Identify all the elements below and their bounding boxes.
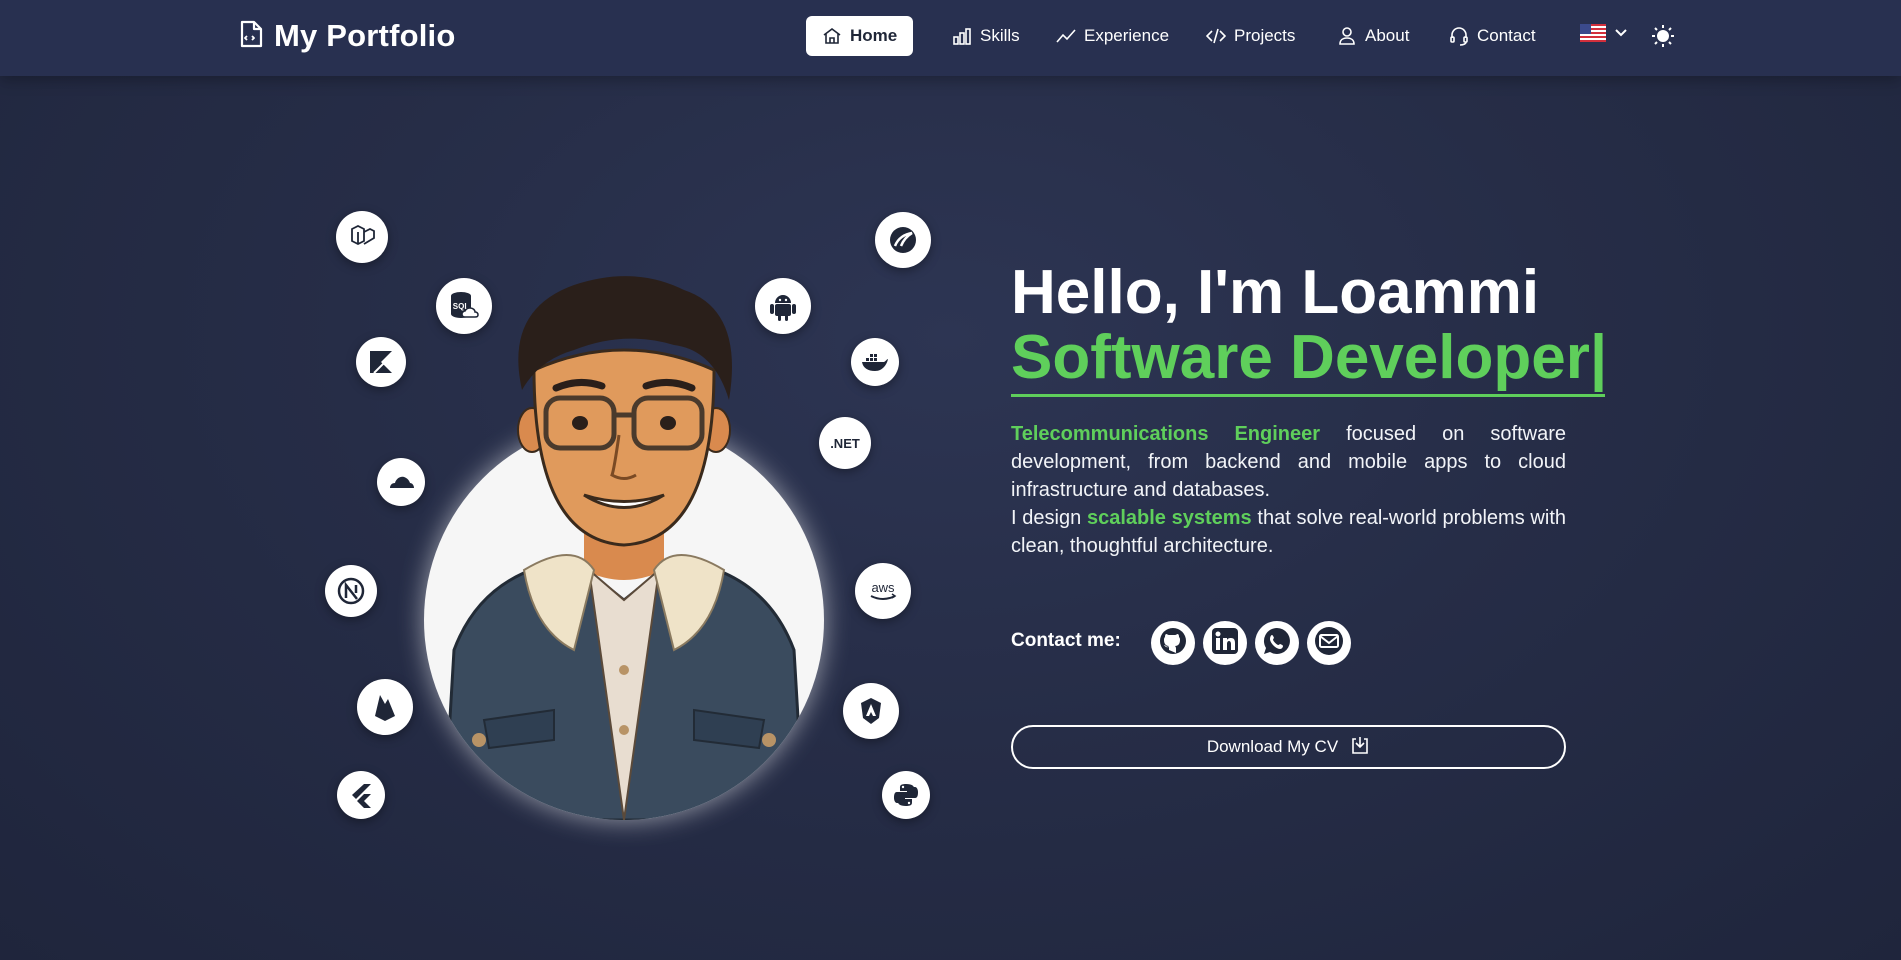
brand-title: My Portfolio xyxy=(274,18,456,53)
home-icon xyxy=(822,26,842,46)
brand[interactable]: My Portfolio xyxy=(236,18,456,54)
linkedin-icon xyxy=(1210,626,1240,661)
linkedin-link[interactable] xyxy=(1203,621,1247,665)
nav-skills-label: Skills xyxy=(980,26,1020,45)
highlight-profession: Telecommunications Engineer xyxy=(1011,423,1321,445)
chevron-down-icon xyxy=(1614,26,1628,45)
nav-experience-label: Experience xyxy=(1084,26,1170,45)
nextjs-icon xyxy=(325,565,377,617)
spring-icon xyxy=(875,212,931,268)
hero-role: Software Developer| xyxy=(1011,323,1608,392)
avatar xyxy=(424,270,824,820)
python-icon xyxy=(882,771,930,819)
sql-cloud-icon: SQL xyxy=(436,278,492,334)
portfolio-file-icon xyxy=(236,19,266,54)
firebase-icon xyxy=(357,679,413,735)
dotnet-icon: .NET xyxy=(819,417,871,469)
nav-home[interactable]: Home xyxy=(806,16,914,56)
email-link[interactable] xyxy=(1307,621,1351,665)
aws-label: aws xyxy=(871,580,895,595)
nav-projects[interactable]: Projects xyxy=(1190,16,1311,56)
sun-icon xyxy=(1650,25,1676,53)
trend-line-icon xyxy=(1056,26,1076,46)
role-underline xyxy=(1011,394,1605,397)
download-cv-label: Download My CV xyxy=(1206,737,1339,756)
nav-home-label: Home xyxy=(850,26,898,45)
language-selector[interactable] xyxy=(1580,24,1628,47)
code-icon xyxy=(1205,26,1227,46)
download-icon xyxy=(1350,735,1370,760)
nav-contact-label: Contact xyxy=(1477,26,1536,45)
whatsapp-link[interactable] xyxy=(1255,621,1299,665)
cloudflare-icon xyxy=(377,458,425,506)
nestjs-icon xyxy=(843,683,899,739)
nav-skills[interactable]: Skills xyxy=(936,16,1036,56)
description-part-2: I design xyxy=(1011,507,1087,529)
nav-experience[interactable]: Experience xyxy=(1040,16,1185,56)
user-icon xyxy=(1337,26,1357,46)
flutter-icon xyxy=(337,771,385,819)
laravel-icon xyxy=(336,211,388,263)
android-icon xyxy=(755,278,811,334)
whatsapp-icon xyxy=(1262,626,1292,661)
docker-icon xyxy=(851,338,899,386)
aws-icon: aws xyxy=(855,563,911,619)
nav-projects-label: Projects xyxy=(1234,26,1296,45)
contact-label: Contact me: xyxy=(1011,630,1121,651)
highlight-scalable: scalable systems xyxy=(1086,507,1252,529)
bar-chart-icon xyxy=(952,26,972,46)
headset-icon xyxy=(1449,26,1469,46)
github-link[interactable] xyxy=(1151,621,1195,665)
kotlin-icon xyxy=(356,337,406,387)
dotnet-label: .NET xyxy=(830,435,860,451)
nav-about[interactable]: About xyxy=(1321,16,1425,56)
us-flag-icon xyxy=(1580,24,1606,47)
nav-about-label: About xyxy=(1365,26,1410,45)
github-icon xyxy=(1158,626,1188,661)
nav-contact[interactable]: Contact xyxy=(1433,16,1552,56)
navbar: My Portfolio Home Skills Experience Proj… xyxy=(0,0,1901,76)
hero-description: Telecommunications Engineer focused on s… xyxy=(1011,420,1566,560)
hero-greeting: Hello, I'm Loammi xyxy=(1011,258,1540,327)
email-icon xyxy=(1314,626,1344,661)
theme-toggle[interactable] xyxy=(1650,23,1676,54)
download-cv-button[interactable]: Download My CV xyxy=(1011,725,1566,769)
